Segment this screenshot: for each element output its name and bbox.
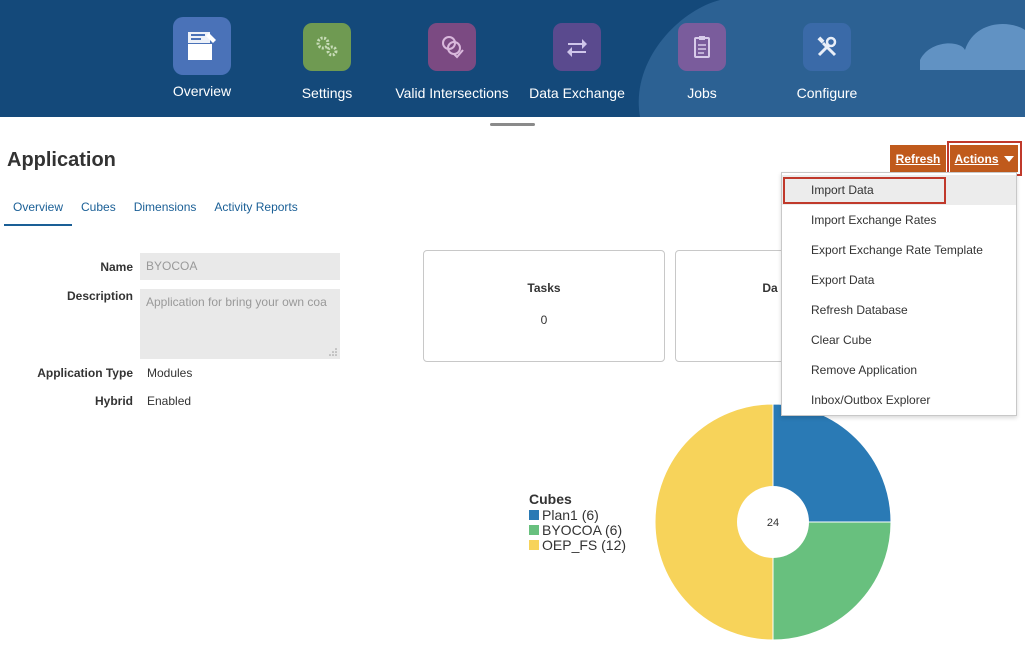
nav-settings[interactable]: Settings — [262, 17, 392, 101]
name-field[interactable]: BYOCOA — [140, 253, 340, 280]
tab-dimensions[interactable]: Dimensions — [125, 196, 206, 226]
clipboard-icon — [678, 23, 726, 71]
menu-item-refresh-database[interactable]: Refresh Database — [782, 295, 1016, 325]
legend-label: Plan1 (6) — [542, 506, 599, 523]
overview-icon — [173, 17, 231, 75]
nav-label: Data Exchange — [529, 85, 625, 101]
intersections-icon — [428, 23, 476, 71]
nav-label: Configure — [796, 85, 858, 101]
nav-label: Overview — [172, 83, 232, 99]
pie-center-total: 24 — [767, 517, 779, 529]
nav-configure[interactable]: Configure — [762, 17, 892, 101]
nav-valid-intersections[interactable]: Valid Intersections — [387, 17, 517, 101]
menu-item-inbox-outbox-explorer[interactable]: Inbox/Outbox Explorer — [782, 385, 1016, 415]
menu-item-clear-cube[interactable]: Clear Cube — [782, 325, 1016, 355]
nav-jobs[interactable]: Jobs — [637, 17, 767, 101]
tab-overview[interactable]: Overview — [4, 196, 73, 226]
hybrid-value: Enabled — [147, 394, 192, 408]
nav-label: Valid Intersections — [395, 85, 509, 101]
actions-label: Actions — [954, 151, 999, 166]
panel-resize-handle[interactable] — [490, 123, 535, 126]
menu-item-export-exchange-rate-template[interactable]: Export Exchange Rate Template — [782, 235, 1016, 265]
tab-cubes[interactable]: Cubes — [72, 196, 125, 226]
legend-label: BYOCOA (6) — [542, 521, 623, 538]
chevron-down-icon — [1003, 155, 1014, 162]
description-text: Application for bring your own coa — [146, 295, 327, 309]
application-type-label: Application Type — [37, 366, 133, 380]
legend-item: Plan1 (6) — [529, 506, 626, 523]
chart-legend: Cubes Plan1 (6) BYOCOA (6) OEP_FS (12) — [529, 491, 627, 553]
legend-swatch — [529, 539, 539, 550]
name-label: Name — [100, 260, 133, 274]
nav-overview[interactable]: Overview — [137, 17, 267, 99]
legend-swatch — [529, 509, 539, 520]
tasks-card[interactable]: Tasks 0 — [423, 250, 665, 362]
legend-label: OEP_FS (12) — [542, 536, 627, 553]
tools-icon — [803, 23, 851, 71]
card-title: Tasks — [527, 281, 561, 295]
tab-bar: Overview Cubes Dimensions Activity Repor… — [4, 196, 307, 226]
import-data-highlight-outline — [783, 177, 946, 204]
refresh-button[interactable]: Refresh — [890, 145, 946, 172]
tab-activity-reports[interactable]: Activity Reports — [205, 196, 306, 226]
legend-swatch — [529, 524, 539, 535]
description-label: Description — [66, 289, 133, 303]
card-value: 0 — [540, 313, 548, 327]
nav-label: Jobs — [687, 85, 717, 101]
menu-item-export-data[interactable]: Export Data — [782, 265, 1016, 295]
nav-label: Settings — [301, 85, 353, 101]
application-type-value: Modules — [147, 366, 193, 380]
nav-data-exchange[interactable]: Data Exchange — [512, 17, 642, 101]
actions-menu: Import Data Import Exchange Rates Export… — [781, 172, 1017, 416]
description-field[interactable]: Application for bring your own coa — [140, 289, 340, 359]
legend-title: Cubes — [529, 491, 572, 507]
resize-grip-icon[interactable] — [329, 348, 337, 356]
menu-item-remove-application[interactable]: Remove Application — [782, 355, 1016, 385]
top-navigation-bar: Overview Settings Valid Intersections Da… — [0, 0, 1025, 117]
exchange-icon — [553, 23, 601, 71]
page-title: Application — [7, 149, 116, 171]
cubes-pie-chart: 24 — [654, 403, 892, 641]
gears-icon — [303, 23, 351, 71]
legend-item: OEP_FS (12) — [529, 536, 627, 553]
menu-item-import-exchange-rates[interactable]: Import Exchange Rates — [782, 205, 1016, 235]
legend-item: BYOCOA (6) — [529, 521, 626, 538]
actions-button[interactable]: Actions — [950, 145, 1018, 172]
hybrid-label: Hybrid — [94, 394, 133, 408]
